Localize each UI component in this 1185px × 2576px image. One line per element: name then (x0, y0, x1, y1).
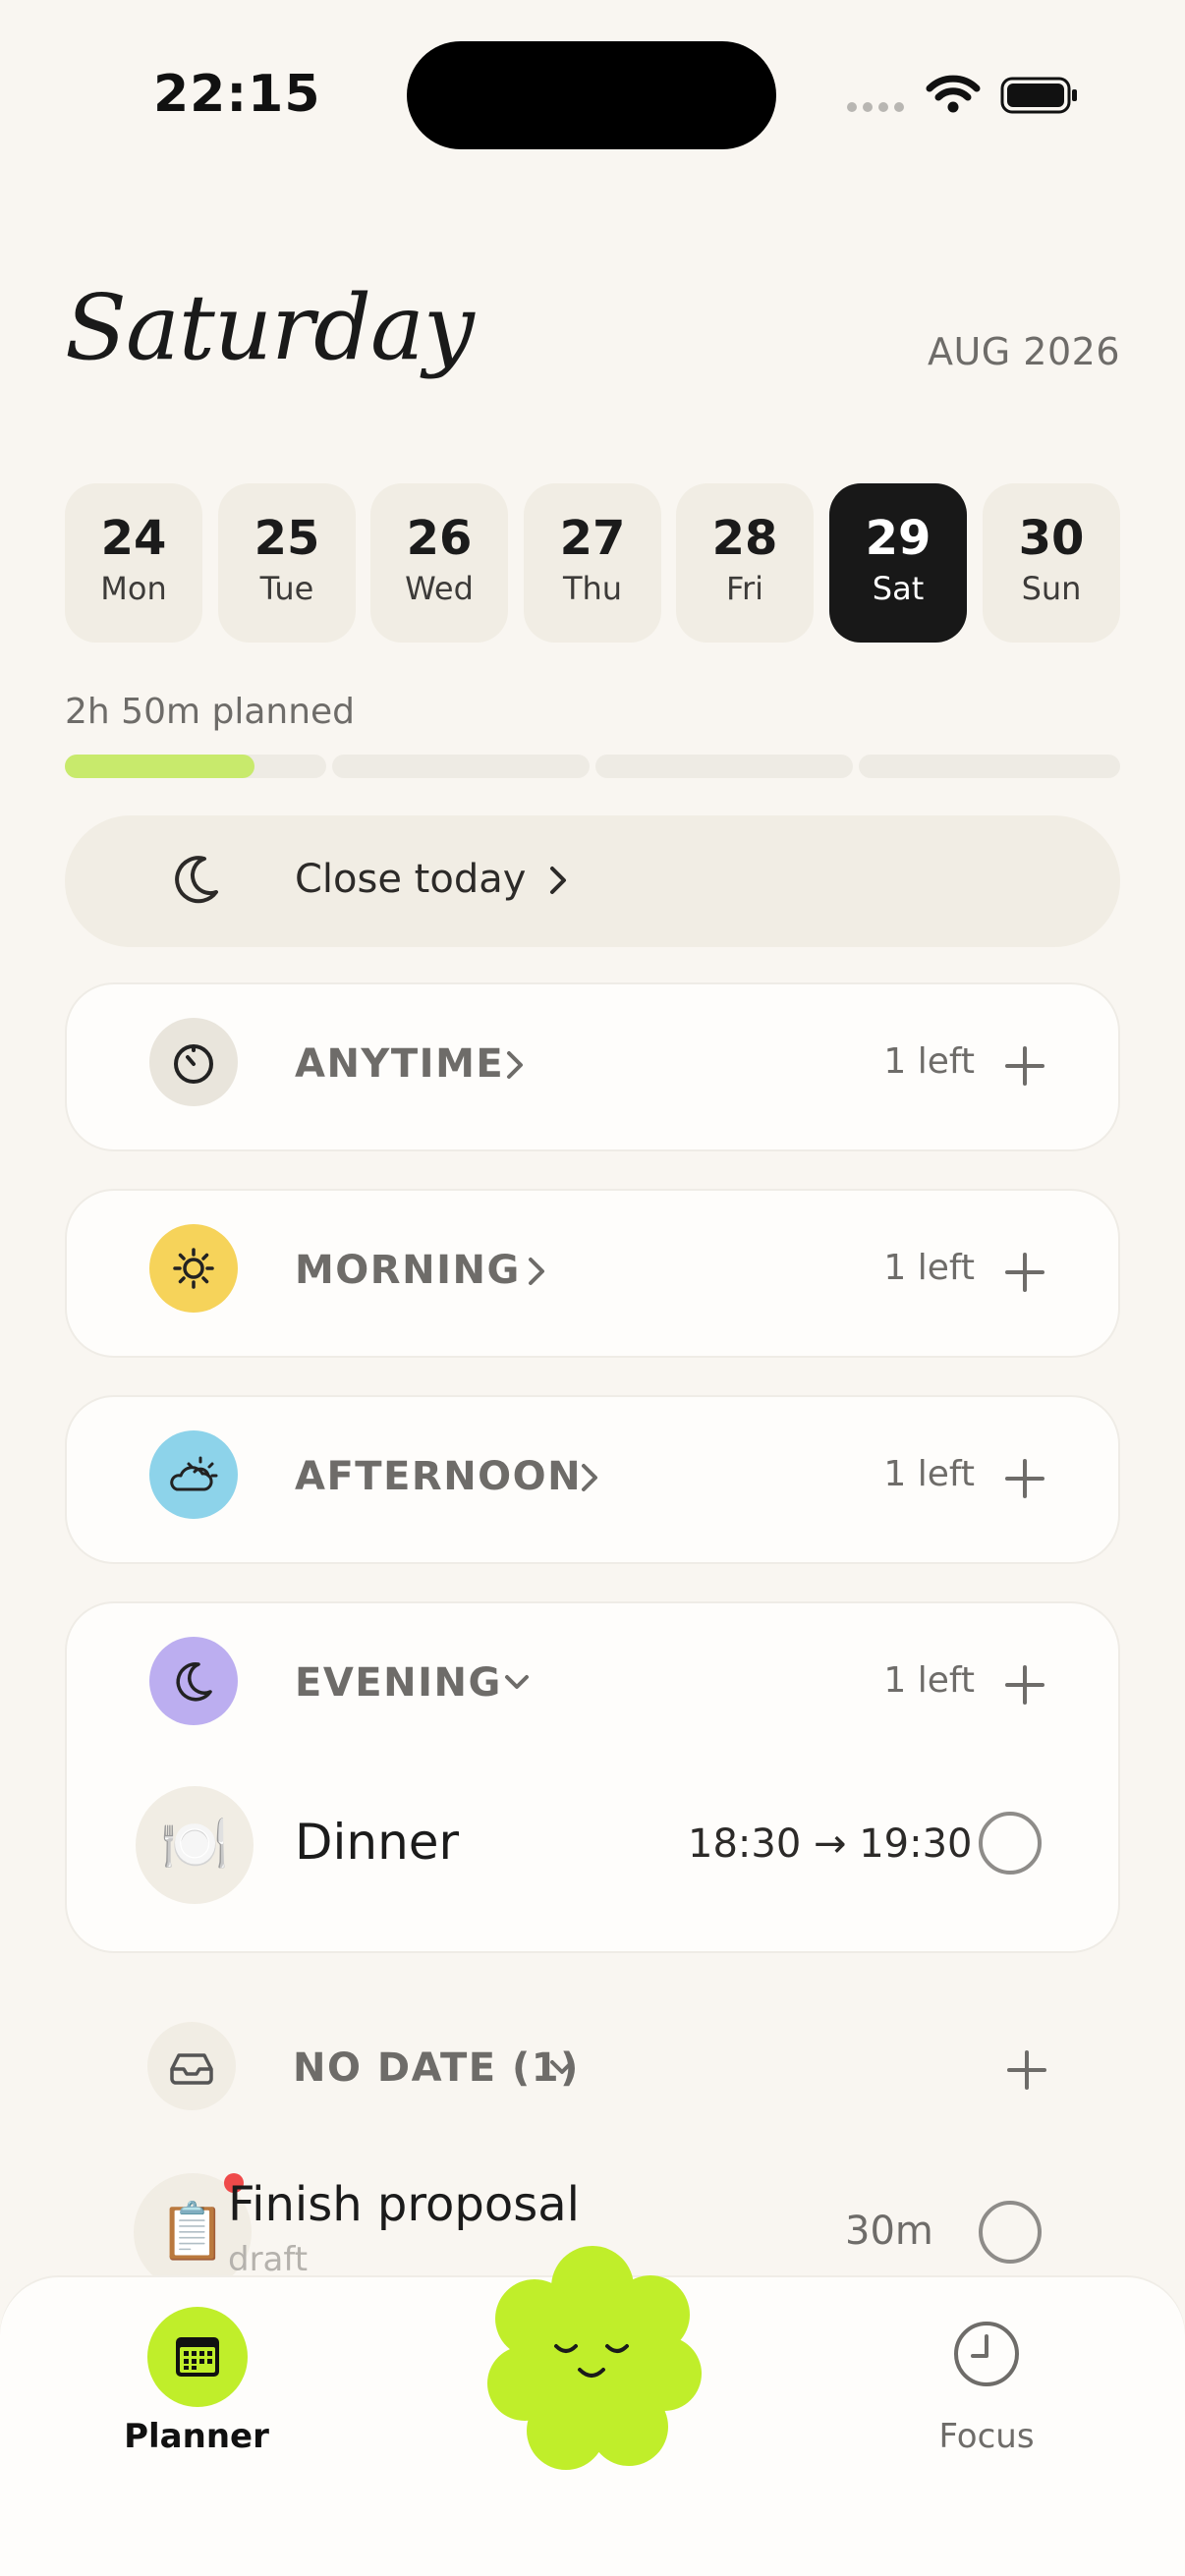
progress-fill (65, 755, 254, 778)
day-29-selected[interactable]: 29 Sat (829, 483, 967, 643)
timer-icon (149, 1018, 238, 1106)
day-number: 28 (711, 511, 778, 566)
add-task-icon[interactable] (1004, 1045, 1045, 1091)
day-25[interactable]: 25 Tue (218, 483, 356, 643)
day-weekday: Fri (725, 570, 764, 607)
section-evening[interactable]: EVENING 1 left 🍽️ Dinner 18:30 → 19:30 (65, 1601, 1120, 1953)
remaining-count: 1 left (883, 1248, 975, 1288)
day-number: 30 (1018, 511, 1085, 566)
task-title: Dinner (295, 1814, 460, 1871)
chevron-down-icon (544, 2053, 580, 2087)
task-title: Finish proposal (228, 2177, 581, 2232)
day-number: 27 (559, 511, 626, 566)
day-28[interactable]: 28 Fri (676, 483, 814, 643)
task-complete-checkbox[interactable] (979, 1812, 1042, 1875)
add-task-icon[interactable] (1004, 1252, 1045, 1297)
cellular-signal-icon (847, 102, 910, 121)
clock-icon (949, 2317, 1024, 2395)
day-weekday: Wed (405, 570, 474, 607)
task-subtitle: draft (228, 2240, 309, 2279)
remaining-count: 1 left (883, 1660, 975, 1701)
status-time: 22:15 (153, 65, 321, 124)
plate-icon: 🍽️ (160, 1813, 229, 1876)
day-27[interactable]: 27 Thu (524, 483, 661, 643)
add-task-icon[interactable] (1006, 2049, 1047, 2095)
remaining-count: 1 left (883, 1041, 975, 1082)
partly-cloudy-icon (149, 1430, 238, 1519)
day-weekday: Tue (259, 570, 314, 607)
section-morning[interactable]: MORNING 1 left (65, 1189, 1120, 1358)
progress-segment (859, 755, 1120, 778)
section-anytime[interactable]: ANYTIME 1 left (65, 982, 1120, 1151)
day-weekday: Sat (872, 570, 925, 607)
add-task-icon[interactable] (1004, 1664, 1045, 1709)
task-complete-checkbox[interactable] (979, 2201, 1042, 2264)
task-emoji: 🍽️ (136, 1786, 254, 1904)
inbox-icon (147, 2022, 236, 2110)
day-26[interactable]: 26 Wed (370, 483, 508, 643)
battery-icon (1000, 77, 1079, 114)
day-24[interactable]: 24 Mon (65, 483, 202, 643)
remaining-count: 1 left (883, 1454, 975, 1494)
close-today-button[interactable]: Close today (65, 815, 1120, 947)
planned-time: 2h 50m planned (65, 692, 356, 732)
section-label: ANYTIME (295, 1041, 505, 1087)
task-time: 18:30 → 19:30 (688, 1821, 973, 1867)
day-number: 25 (254, 511, 320, 566)
moon-icon (171, 853, 222, 912)
page-title: Saturday (65, 275, 475, 380)
section-afternoon[interactable]: AFTERNOON 1 left (65, 1395, 1120, 1564)
tab-focus-label: Focus (938, 2417, 1035, 2456)
wifi-icon (926, 73, 981, 118)
day-number: 26 (406, 511, 473, 566)
month-label[interactable]: AUG 2026 (928, 330, 1120, 373)
progress-segment (595, 755, 853, 778)
mascot-flower-button[interactable] (472, 2238, 713, 2478)
tab-planner-label: Planner (124, 2417, 269, 2456)
add-task-icon[interactable] (1004, 1458, 1045, 1503)
progress-segment (332, 755, 590, 778)
section-label: EVENING (295, 1660, 502, 1706)
moon-icon (149, 1637, 238, 1725)
sun-icon (149, 1224, 238, 1313)
day-weekday: Sun (1021, 570, 1082, 607)
day-weekday: Thu (562, 570, 623, 607)
day-weekday: Mon (100, 570, 167, 607)
section-label[interactable]: NO DATE (1) (293, 2045, 580, 2091)
calendar-icon (147, 2307, 248, 2407)
dynamic-island (407, 41, 776, 149)
task-duration: 30m (845, 2209, 933, 2254)
section-label: MORNING (295, 1248, 521, 1293)
chevron-right-icon (525, 1252, 548, 1295)
day-number: 24 (100, 511, 167, 566)
chevron-right-icon (503, 1045, 527, 1089)
day-number: 29 (865, 511, 931, 566)
chevron-right-icon (578, 1458, 601, 1501)
planned-progress-bar (65, 755, 1120, 778)
chevron-down-icon (499, 1668, 535, 1702)
section-label: AFTERNOON (295, 1454, 583, 1499)
close-today-label: Close today (295, 857, 527, 902)
chevron-right-icon (546, 861, 570, 904)
day-30[interactable]: 30 Sun (983, 483, 1120, 643)
